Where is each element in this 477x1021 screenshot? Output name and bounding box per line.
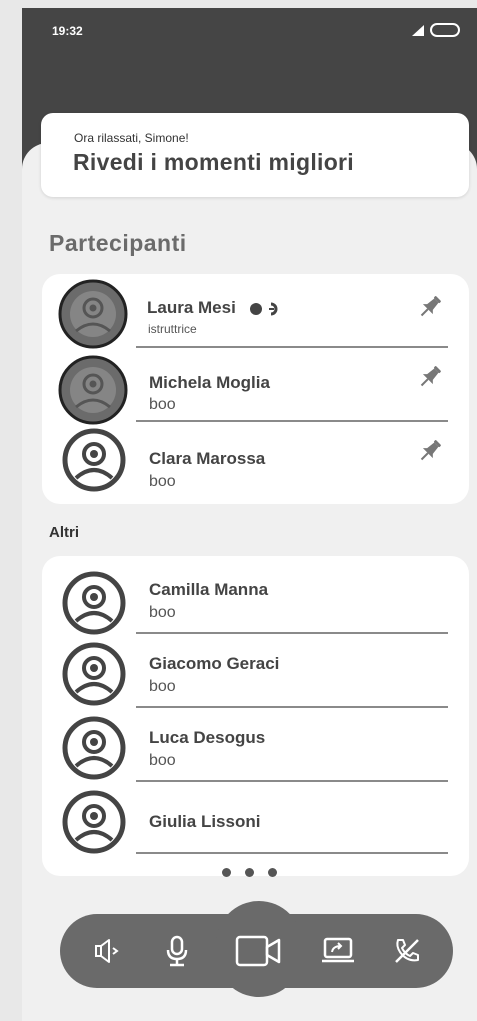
- screen-share-icon[interactable]: [320, 936, 356, 966]
- battery-icon: [430, 23, 460, 37]
- participant-name: Giulia Lissoni: [149, 812, 261, 831]
- others-title: Altri: [49, 524, 79, 541]
- avatar-icon: [58, 355, 128, 425]
- end-call-icon[interactable]: [392, 936, 422, 966]
- participant-role: boo: [149, 396, 176, 413]
- speaker-icon[interactable]: [92, 936, 124, 966]
- others-card: Camilla Manna boo Giacomo Geraci boo Luc…: [42, 556, 469, 876]
- participants-title: Partecipanti: [49, 230, 187, 256]
- participant-role: boo: [149, 604, 176, 621]
- participant-row[interactable]: Clara Marossa boo: [42, 422, 469, 496]
- banner-subtitle: Ora rilassati, Simone!: [74, 131, 189, 145]
- page-dot[interactable]: [268, 868, 277, 877]
- participant-name: Giacomo Geraci: [149, 654, 280, 673]
- phone-screen: 19:32 Ora rilassati, Simone! Rivedi i mo…: [22, 8, 477, 1021]
- avatar-icon: [62, 642, 126, 706]
- row-divider: [136, 852, 448, 854]
- participant-role: boo: [149, 473, 176, 490]
- list-item[interactable]: Giulia Lissoni: [42, 782, 469, 856]
- participant-name: Clara Marossa: [149, 449, 266, 468]
- avatar-icon: [62, 790, 126, 854]
- page-dot[interactable]: [222, 868, 231, 877]
- participant-name: Laura Mesi: [147, 298, 236, 317]
- participants-card: Laura Mesi istruttrice Michela Moglia bo…: [42, 274, 469, 504]
- pin-icon[interactable]: [415, 362, 445, 392]
- participant-name: Michela Moglia: [149, 373, 270, 392]
- avatar-icon: [62, 716, 126, 780]
- banner-title: Rivedi i momenti migliori: [73, 149, 354, 175]
- list-item[interactable]: Camilla Manna boo: [42, 560, 469, 635]
- list-item[interactable]: Giacomo Geraci boo: [42, 634, 469, 708]
- participant-role: boo: [149, 752, 176, 769]
- participant-row[interactable]: Laura Mesi istruttrice: [42, 274, 469, 349]
- participant-name: Luca Desogus: [149, 728, 266, 747]
- avatar-icon: [62, 571, 126, 635]
- participant-role: boo: [149, 678, 176, 695]
- video-camera-icon[interactable]: [235, 934, 285, 968]
- status-time: 19:32: [52, 24, 83, 38]
- participant-row[interactable]: Michela Moglia boo: [42, 348, 469, 425]
- list-item[interactable]: Luca Desogus boo: [42, 708, 469, 782]
- participant-role: istruttrice: [148, 322, 197, 336]
- page-indicator: [22, 868, 477, 877]
- highlights-banner[interactable]: Ora rilassati, Simone! Rivedi i momenti …: [41, 113, 469, 197]
- pin-icon[interactable]: [415, 292, 445, 322]
- microphone-icon[interactable]: [163, 934, 191, 968]
- status-icons: [412, 23, 460, 37]
- signal-icon: [412, 24, 424, 36]
- pin-icon[interactable]: [415, 436, 445, 466]
- avatar-icon: [62, 428, 126, 492]
- live-status-icon: [249, 302, 277, 316]
- participant-name: Camilla Manna: [149, 580, 269, 599]
- avatar-icon: [58, 279, 128, 349]
- page-dot[interactable]: [245, 868, 254, 877]
